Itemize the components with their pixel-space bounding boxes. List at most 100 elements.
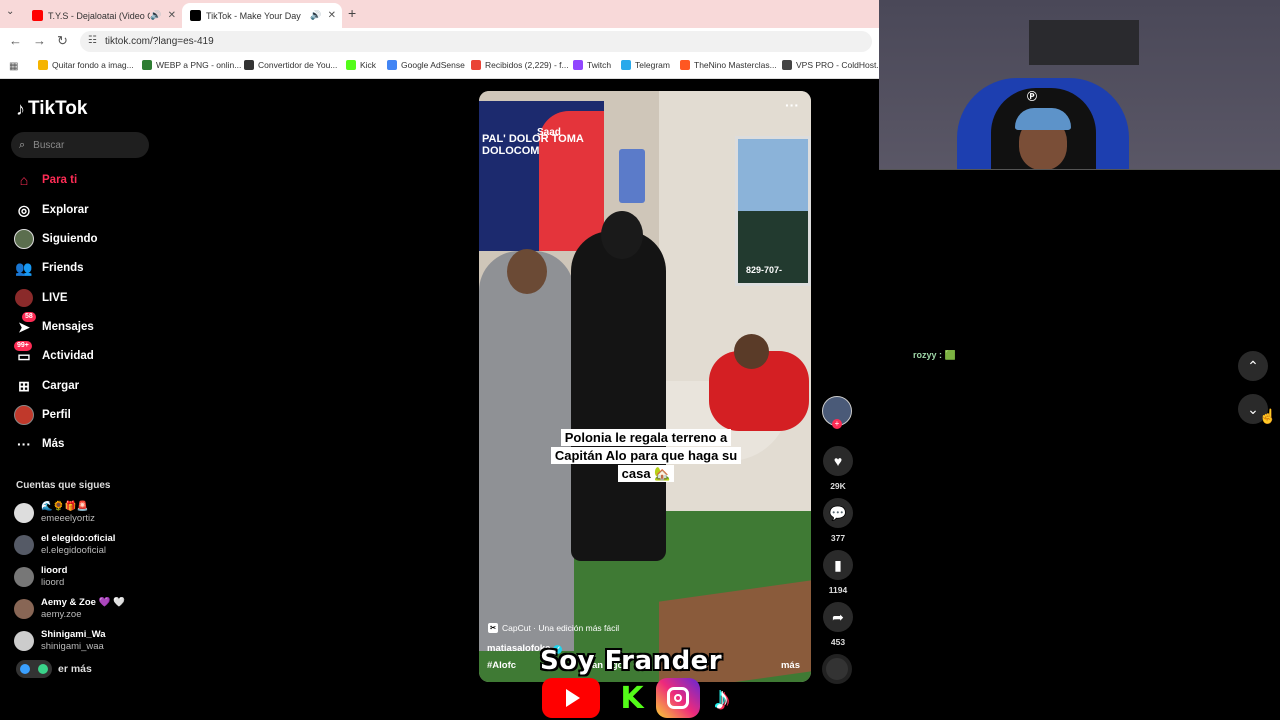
bookmark-label: VPS PRO - ColdHost... (796, 60, 884, 70)
youtube-favicon-icon (32, 10, 43, 21)
following-title: Cuentas que sigues (16, 480, 111, 491)
bookmark-favicon-icon (621, 60, 631, 70)
following-account[interactable]: 🌊🌻🎁🚨 emeeelyortiz (14, 501, 95, 525)
bookmark-item[interactable]: TheNino Masterclas... (680, 60, 777, 70)
comment-button[interactable]: 💬 (823, 498, 853, 528)
nav-live[interactable]: LIVE (14, 288, 68, 308)
bookmark-item[interactable]: VPS PRO - ColdHost... (782, 60, 883, 70)
share-button[interactable]: ➦ (823, 602, 853, 632)
nav-label: Actividad (42, 350, 94, 362)
tab-title: TikTok - Make Your Day (206, 10, 301, 21)
avatar (14, 599, 34, 619)
bookmark-item[interactable]: Twitch (573, 60, 611, 70)
like-button[interactable]: ♥ (823, 446, 853, 476)
nav-label: Cargar (42, 380, 80, 392)
bookmark-label: Telegram (635, 60, 670, 70)
following-account[interactable]: el elegido:oficial el.elegidooficial (14, 533, 115, 557)
nav-perfil[interactable]: Perfil (14, 405, 71, 425)
nav-label: LIVE (42, 292, 68, 304)
site-settings-icon[interactable]: ☷ (88, 35, 97, 46)
bookmark-item[interactable]: Convertidor de You... (244, 60, 337, 70)
nav-cargar[interactable]: ⊞ Cargar (14, 376, 79, 396)
bookmark-item[interactable]: Google AdSense (387, 60, 465, 70)
avatar (14, 567, 34, 587)
bookmark-favicon-icon (471, 60, 481, 70)
video-person-head (507, 249, 547, 294)
tab-youtube[interactable]: T.Y.S - Dejaloatai (Video Of 🔊 ✕ (24, 3, 182, 28)
share-count: 453 (830, 637, 846, 647)
nav-mensajes[interactable]: ➤ 58 Mensajes (14, 312, 94, 337)
nav-mas[interactable]: ··· Más (14, 434, 64, 454)
nav-siguiendo[interactable]: Siguiendo (14, 229, 98, 249)
caption-text: Polonia le regala terreno a Capitán Alo … (550, 429, 742, 482)
bookmark-icon: ▮ (834, 556, 842, 573)
video-player[interactable]: PAL' DOLOR TOMA DOLOCOM Saad 829-707- ··… (479, 91, 811, 682)
video-scene-frame: 829-707- (735, 136, 811, 286)
bookmark-favicon-icon (244, 60, 254, 70)
camera-icon (667, 687, 689, 709)
nav-label: Más (42, 438, 65, 450)
stream-overlay-title: Soy Frander (540, 646, 723, 676)
nav-label: Friends (42, 262, 84, 274)
compass-icon: ◎ (17, 201, 31, 218)
bookmark-label: Google AdSense (401, 60, 465, 70)
play-triangle-icon (566, 689, 580, 707)
speaker-icon[interactable]: 🔊 (150, 10, 161, 21)
follow-plus-icon[interactable]: + (832, 419, 842, 429)
account-username: aemy.zoe (41, 609, 82, 620)
nav-label: Mensajes (42, 321, 94, 333)
previous-video-button[interactable]: ⌃ (1238, 351, 1268, 381)
capcut-icon: ✂ (488, 623, 498, 633)
tiktok-logo[interactable]: ♪ TikTok (16, 98, 87, 120)
bookmark-label: WEBP a PNG - onlin... (156, 60, 242, 70)
url-text: tiktok.com/?lang=es-419 (105, 36, 214, 47)
bookmark-item[interactable]: Kick (346, 60, 376, 70)
see-more-link[interactable]: er más (16, 660, 92, 678)
apps-grid-icon[interactable]: ▦ (9, 61, 18, 72)
account-display-name: Shinigami_Wa (41, 629, 106, 640)
save-button[interactable]: ▮ (823, 550, 853, 580)
nav-para-ti[interactable]: ⌂ Para ti (14, 170, 77, 190)
tiktok-favicon-icon (190, 10, 201, 21)
speaker-icon[interactable]: 🔊 (310, 10, 321, 21)
address-bar[interactable]: ☷ tiktok.com/?lang=es-419 (80, 31, 872, 52)
bookmark-favicon-icon (142, 60, 152, 70)
following-account[interactable]: lioord lioord (14, 565, 67, 589)
tab-tiktok[interactable]: TikTok - Make Your Day 🔊 ✕ (182, 3, 342, 28)
description-more-button[interactable]: más (781, 660, 800, 671)
bookmark-item[interactable]: Quitar fondo a imag... (38, 60, 134, 70)
bookmark-item[interactable]: WEBP a PNG - onlin... (142, 60, 241, 70)
bookmark-item[interactable]: Telegram (621, 60, 670, 70)
back-arrow-icon[interactable]: ← (9, 33, 22, 48)
search-box[interactable]: ⌕ (11, 132, 149, 158)
close-tab-icon[interactable]: ✕ (168, 10, 176, 21)
video-more-options-icon[interactable]: ··· (785, 97, 799, 113)
close-tab-icon[interactable]: ✕ (328, 10, 336, 21)
capcut-link[interactable]: ✂ CapCut · Una edición más fácil (488, 623, 619, 633)
account-display-name: el elegido:oficial (41, 533, 116, 544)
following-account[interactable]: Aemy & Zoe 💜 🤍 aemy.zoe (14, 597, 125, 621)
youtube-logo-icon (542, 678, 600, 718)
creator-avatar[interactable]: + (822, 396, 852, 429)
tiktok-sidebar: ♪ TikTok ⌕ ⌂ Para ti ◎ Explorar Siguiend… (0, 80, 160, 720)
forward-arrow-icon[interactable]: → (33, 33, 46, 48)
chevron-up-icon: ⌃ (1247, 357, 1259, 374)
music-disc-icon[interactable] (822, 654, 852, 684)
search-input[interactable] (31, 138, 136, 152)
reload-icon[interactable]: ↻ (57, 33, 68, 49)
nav-friends[interactable]: 👥 Friends (14, 258, 84, 278)
bookmark-label: Quitar fondo a imag... (52, 60, 134, 70)
tab-menu-chevron-icon[interactable]: ⌄ (6, 6, 14, 17)
kick-logo-icon: K (620, 680, 644, 716)
bookmark-favicon-icon (38, 60, 48, 70)
account-display-name: lioord (41, 565, 68, 576)
tiktok-logo-icon: ♪ (714, 679, 730, 716)
poster-brand: Saad (537, 127, 561, 138)
overlay-pill-icon (16, 660, 52, 678)
bookmark-label: Kick (360, 60, 377, 70)
nav-actividad[interactable]: ▭ 99+ Actividad (14, 341, 94, 366)
new-tab-plus-icon[interactable]: + (348, 5, 356, 21)
nav-explorar[interactable]: ◎ Explorar (14, 200, 89, 220)
following-account[interactable]: Shinigami_Wa shinigami_waa (14, 629, 106, 653)
bookmark-item[interactable]: Recibidos (2,229) - f... (471, 60, 569, 70)
